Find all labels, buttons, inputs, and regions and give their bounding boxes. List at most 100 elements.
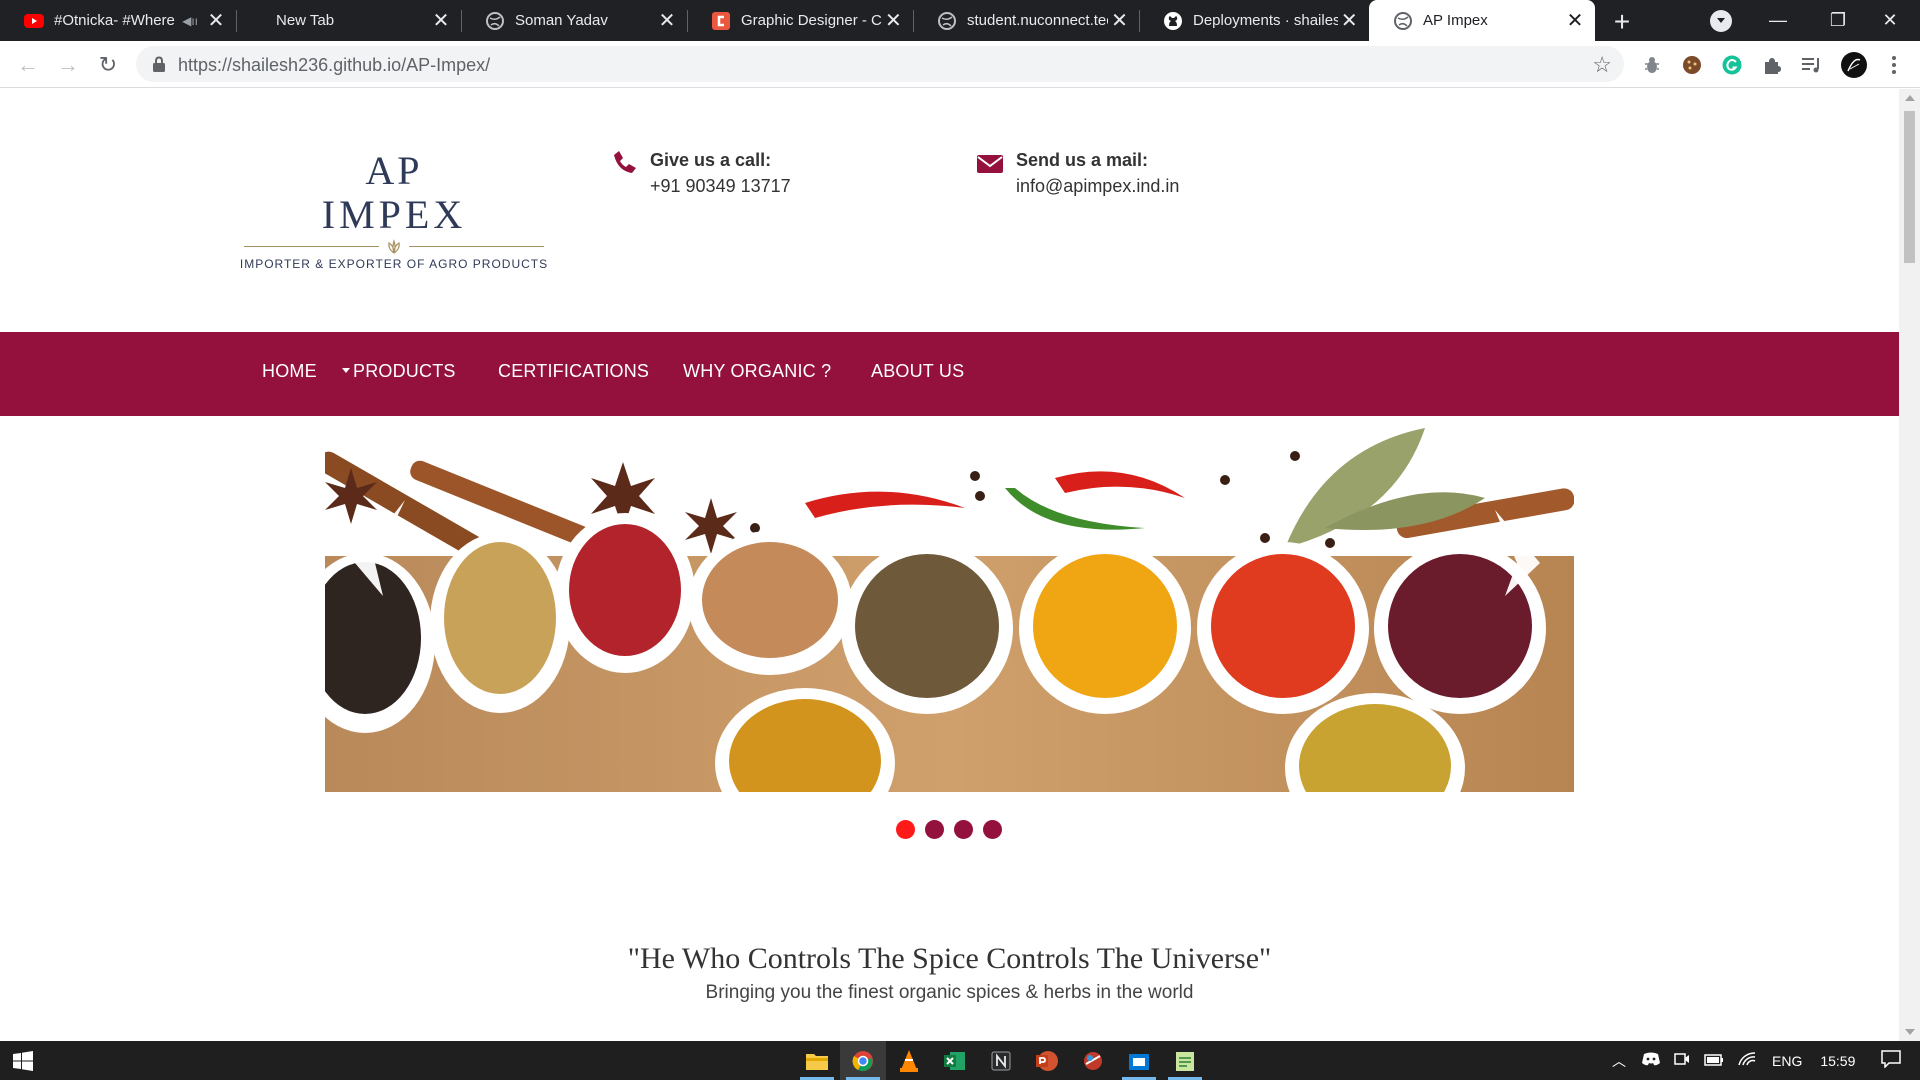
- tab-soman-yadav[interactable]: Soman Yadav ✕: [461, 0, 688, 41]
- new-tab-plus-icon[interactable]: +: [1608, 6, 1636, 37]
- tab-youtube[interactable]: #Otnicka- #Where ◀ıı ✕: [0, 0, 237, 41]
- close-tab-icon[interactable]: ✕: [1338, 9, 1362, 33]
- file-explorer-icon[interactable]: [794, 1041, 840, 1080]
- nav-about-us[interactable]: ABOUT US: [871, 361, 964, 382]
- chrome-menu-kebab-icon[interactable]: [1882, 53, 1906, 77]
- grammarly-icon[interactable]: [1720, 53, 1744, 77]
- windows-taskbar: ︿ ENG 15:59: [0, 1041, 1920, 1080]
- logo-tagline: IMPORTER & EXPORTER OF AGRO PRODUCTS: [239, 257, 549, 271]
- close-tab-icon[interactable]: ✕: [655, 9, 679, 33]
- address-bar[interactable]: https://shailesh236.github.io/AP-Impex/ …: [136, 46, 1624, 82]
- hero-slider-image: [325, 418, 1574, 792]
- extensions-puzzle-icon[interactable]: [1760, 53, 1784, 77]
- chrome-taskbar-icon[interactable]: [840, 1041, 886, 1080]
- page-scrollbar[interactable]: [1899, 89, 1920, 1041]
- globe-icon: [485, 11, 505, 31]
- logo-line-2: IMPEX: [321, 192, 467, 237]
- lock-icon[interactable]: [152, 56, 166, 72]
- slider-dot-1[interactable]: [896, 820, 915, 839]
- nav-products[interactable]: PRODUCTS: [342, 361, 456, 382]
- system-tray: ︿ ENG 15:59: [1612, 1041, 1902, 1080]
- tab-deployments[interactable]: Deployments · shailes ✕: [1139, 0, 1369, 41]
- github-icon: [1163, 11, 1183, 31]
- tab-ap-impex[interactable]: AP Impex ✕: [1369, 0, 1595, 41]
- main-nav: HOME PRODUCTS CERTIFICATIONS WHY ORGANIC…: [0, 332, 1899, 416]
- speaker-muted-icon[interactable]: ◀ıı: [182, 14, 198, 28]
- spices-photo: [325, 418, 1574, 792]
- media-playlist-icon[interactable]: [1800, 53, 1824, 77]
- tab-title: Deployments · shailes: [1193, 12, 1338, 29]
- bookmark-star-icon[interactable]: ☆: [1592, 52, 1612, 78]
- close-tab-icon[interactable]: ✕: [1563, 9, 1587, 33]
- tab-new-tab[interactable]: New Tab ✕: [236, 0, 462, 41]
- notepad-app-icon[interactable]: [1162, 1041, 1208, 1080]
- minimize-icon[interactable]: —: [1748, 0, 1808, 41]
- slider-dot-3[interactable]: [954, 820, 973, 839]
- tab-title: student.nuconnect.tec: [967, 12, 1108, 29]
- notion-icon[interactable]: [978, 1041, 1024, 1080]
- close-tab-icon[interactable]: ✕: [204, 9, 228, 33]
- tab-search-chevron-icon[interactable]: [1710, 10, 1732, 32]
- close-window-icon[interactable]: ✕: [1860, 0, 1920, 41]
- url-host: https://shailesh236.github.io: [178, 55, 402, 75]
- nav-home[interactable]: HOME: [262, 361, 317, 382]
- close-tab-icon[interactable]: ✕: [1108, 9, 1131, 33]
- tab-title: New Tab: [276, 12, 335, 29]
- show-hidden-icons-chevron-icon[interactable]: ︿: [1612, 1051, 1626, 1071]
- tab-title: Graphic Designer - Cr: [741, 12, 882, 29]
- mail-label: Send us a mail:: [1016, 150, 1149, 170]
- reload-icon[interactable]: ↻: [92, 49, 124, 81]
- powerpoint-icon[interactable]: [1024, 1041, 1070, 1080]
- youtube-icon: [24, 11, 44, 31]
- call-contact: Give us a call: +91 90349 13717: [610, 147, 791, 199]
- meet-now-icon[interactable]: [1674, 1051, 1690, 1070]
- call-number[interactable]: +91 90349 13717: [650, 173, 791, 199]
- browser-toolbar: ← → ↻ https://shailesh236.github.io/AP-I…: [0, 41, 1920, 88]
- slider-indicators: [896, 820, 1012, 839]
- discord-tray-icon[interactable]: [1642, 1052, 1660, 1069]
- slider-dot-2[interactable]: [925, 820, 944, 839]
- url-path: /AP-Impex/: [401, 55, 491, 75]
- bug-extension-icon[interactable]: [1640, 53, 1664, 77]
- envelope-icon: [977, 155, 1003, 173]
- language-indicator[interactable]: ENG: [1772, 1053, 1802, 1069]
- nav-why-organic[interactable]: WHY ORGANIC ?: [683, 361, 831, 382]
- close-tab-icon[interactable]: ✕: [429, 9, 453, 33]
- close-tab-icon[interactable]: ✕: [882, 9, 905, 33]
- scroll-down-arrow-icon[interactable]: [1905, 1029, 1915, 1035]
- tab-graphic-designer[interactable]: Graphic Designer - Cr ✕: [687, 0, 914, 41]
- tab-nuconnect[interactable]: student.nuconnect.tec ✕: [913, 0, 1140, 41]
- action-center-icon[interactable]: [1881, 1050, 1902, 1071]
- forward-arrow-icon[interactable]: →: [52, 49, 84, 81]
- phone-icon: [614, 151, 636, 173]
- clock-time[interactable]: 15:59: [1820, 1053, 1855, 1069]
- back-arrow-icon[interactable]: ←: [12, 49, 44, 81]
- tab-title: AP Impex: [1423, 12, 1488, 29]
- slider-dot-4[interactable]: [983, 820, 1002, 839]
- nav-certifications[interactable]: CERTIFICATIONS: [498, 361, 649, 382]
- hero-subquote: Bringing you the finest organic spices &…: [705, 982, 1194, 1003]
- coursera-like-icon: [711, 11, 731, 31]
- battery-icon[interactable]: [1704, 1053, 1724, 1069]
- globe-icon: [937, 11, 957, 31]
- tab-title: Soman Yadav: [515, 12, 608, 29]
- mail-contact: Send us a mail: info@apimpex.ind.in: [976, 147, 1179, 199]
- tab-title: #Otnicka- #Where: [54, 12, 175, 29]
- store-app-icon[interactable]: [1116, 1041, 1162, 1080]
- mail-address[interactable]: info@apimpex.ind.in: [1016, 173, 1179, 199]
- wifi-icon[interactable]: [1738, 1052, 1756, 1069]
- tab-strip: #Otnicka- #Where ◀ıı ✕ New Tab ✕ Soman Y…: [0, 0, 1920, 41]
- scroll-up-arrow-icon[interactable]: [1905, 95, 1915, 101]
- excel-icon[interactable]: [932, 1041, 978, 1080]
- windows-start-icon[interactable]: [0, 1041, 46, 1080]
- restore-icon[interactable]: ❐: [1808, 0, 1868, 41]
- snip-sketch-icon[interactable]: [1070, 1041, 1116, 1080]
- scroll-thumb[interactable]: [1904, 111, 1915, 263]
- lotus-leaf-icon: [388, 239, 400, 254]
- site-logo[interactable]: AP IMPEX IMPORTER & EXPORTER OF AGRO PRO…: [238, 149, 550, 279]
- vlc-icon[interactable]: [886, 1041, 932, 1080]
- logo-line-1: AP: [365, 148, 423, 193]
- logo-divider: [238, 239, 550, 255]
- profile-avatar[interactable]: [1839, 50, 1869, 80]
- cookie-extension-icon[interactable]: [1680, 53, 1704, 77]
